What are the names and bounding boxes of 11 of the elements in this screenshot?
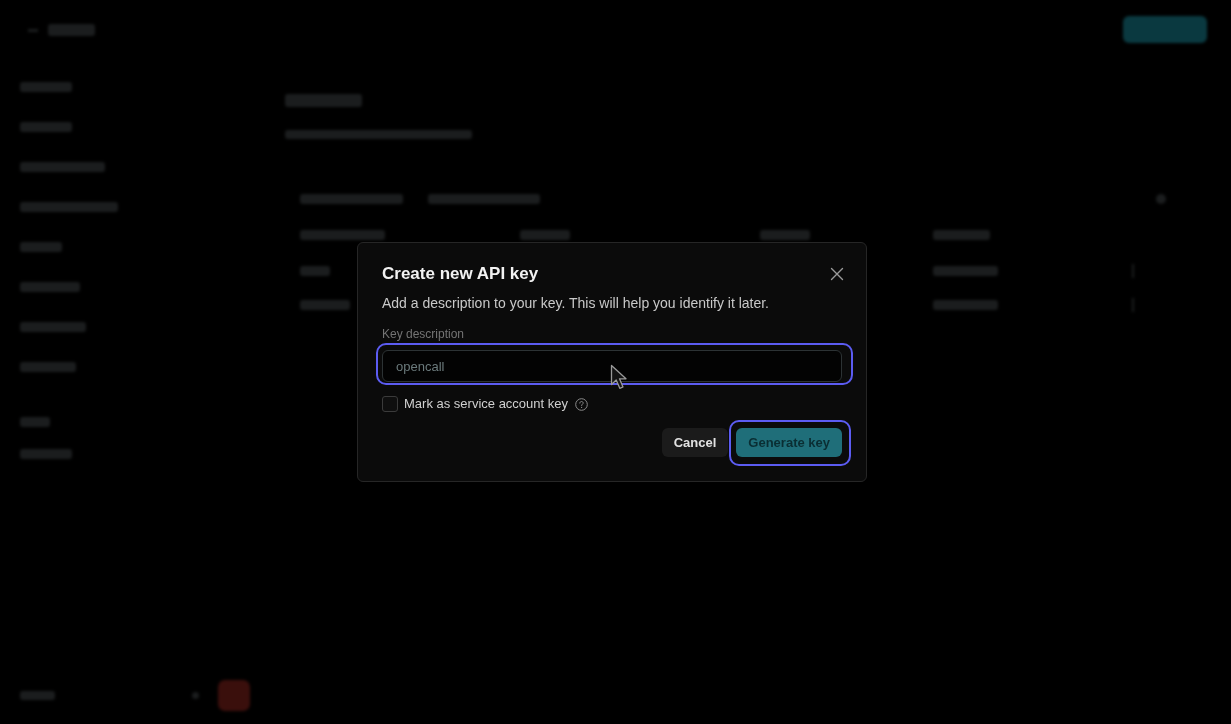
key-description-field[interactable]: opencall — [382, 350, 842, 382]
help-icon[interactable] — [575, 397, 588, 411]
dialog-description: Add a description to your key. This will help you identify it later. — [382, 294, 770, 312]
close-icon — [830, 267, 844, 281]
checkbox-label[interactable]: Mark as service account key — [404, 396, 568, 412]
dialog-title: Create new API key — [382, 263, 539, 285]
pointer-cursor-icon — [610, 364, 628, 390]
field-label: Key description — [382, 327, 465, 341]
close-button[interactable] — [830, 267, 844, 281]
cancel-button[interactable]: Cancel — [661, 428, 729, 457]
checkbox[interactable] — [382, 396, 398, 412]
